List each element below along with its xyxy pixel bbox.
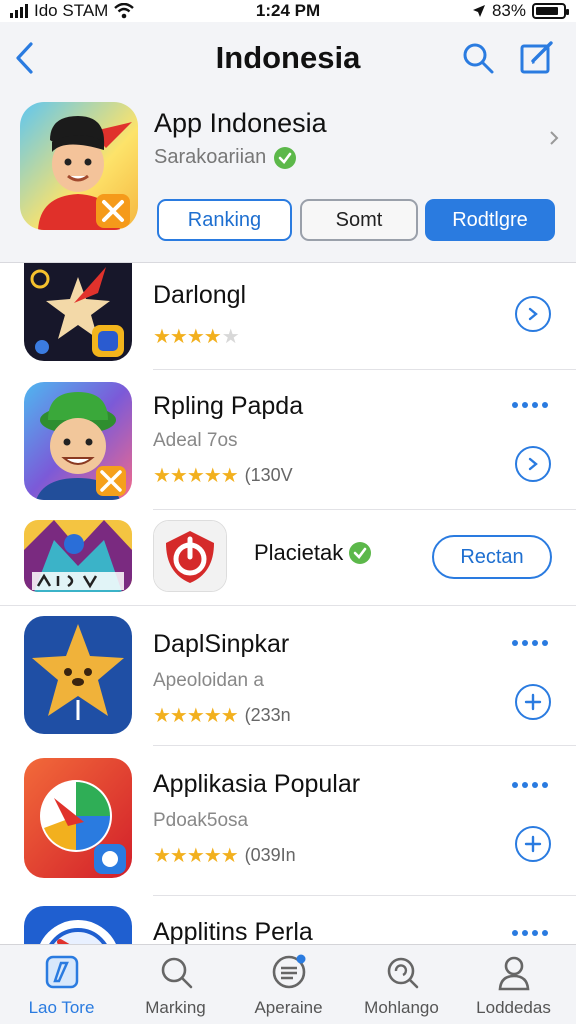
more-icon[interactable] [512,782,548,788]
app-title[interactable]: DaplSinpkar [153,630,289,659]
app-list[interactable]: Darlongl ★★★★ ★ Rpling Papda Adeal 7os ★★… [0,262,576,944]
list-item[interactable]: Applikasia Popular Pdoak5osa ★★★★★ (039In [0,746,576,896]
search-icon[interactable] [460,40,496,76]
today-icon [43,953,81,991]
rating-stars: ★★★★★ (039In [153,845,296,867]
rating-count: (130V [244,465,293,485]
app-subtitle: Apeoloidan a [153,670,264,691]
chevron-right-icon[interactable] [548,128,560,148]
featured-app-icon[interactable] [20,102,138,230]
verified-icon [349,542,372,564]
app-secondary-icon[interactable] [153,520,227,592]
app-icon[interactable] [24,906,132,944]
featured-app-title[interactable]: App Indonesia [154,108,327,139]
status-right: 83% [472,1,569,21]
app-title[interactable]: Rpling Papda [153,392,303,421]
app-icon[interactable] [24,263,132,361]
rating-stars: ★★★★★ (130V [153,465,293,487]
battery-fill [536,7,558,15]
arrow-right-icon [528,457,538,471]
list-item[interactable]: Rpling Papda Adeal 7os ★★★★★ (130V [0,370,576,510]
app-icon[interactable] [24,520,132,592]
featured-subtitle-text: Sarakoariian [154,146,267,168]
more-icon[interactable] [512,930,548,936]
add-button[interactable] [515,684,551,720]
app-title[interactable]: Applikasia Popular [153,770,360,799]
tab-label: Lao Tore [28,998,95,1017]
tab-bar: Lao Tore Marking Aperaine Mohlango Lodde… [0,944,576,1024]
battery-icon [532,3,569,19]
app-subtitle: Adeal 7os [153,430,238,451]
open-arrow-button[interactable] [515,446,551,482]
segment-rodtlgre[interactable]: Rodtlgre [425,199,555,241]
tab-label: Loddedas [476,998,551,1017]
tab-aperaine[interactable]: Aperaine [231,945,346,1024]
rating-count: (039In [244,845,296,865]
more-icon[interactable] [512,402,548,408]
header: Indonesia App Indonesia Sarakoariian Ran… [0,22,576,262]
segment-somt[interactable]: Somt [300,199,418,241]
rating-stars: ★★★★★ (233n [153,705,291,727]
refresh-search-icon [383,953,421,991]
compose-icon[interactable] [518,38,556,76]
list-item[interactable]: Darlongl ★★★★ ★ [0,263,576,370]
featured-app-subtitle: Sarakoariian [154,146,297,169]
tab-mohlango[interactable]: Mohlango [344,945,459,1024]
profile-icon [495,953,533,991]
status-bar: Ido STAM 1:24 PM 83% [0,0,576,22]
tab-marking[interactable]: Marking [118,945,233,1024]
action-button[interactable]: Rectan [432,535,552,579]
search-icon [157,953,195,991]
verified-icon [274,146,297,169]
open-arrow-button[interactable] [515,296,551,332]
rating-stars: ★★★★ ★ [153,326,240,348]
app-title[interactable]: Applitins Perla [153,918,313,944]
tab-today[interactable]: Lao Tore [4,945,119,1024]
app-subtitle: Pdoak5osa [153,810,249,831]
tab-label: Marking [145,998,206,1017]
list-item[interactable]: Placietak Rectan [0,510,576,606]
tab-loddedas[interactable]: Loddedas [456,945,571,1024]
list-item[interactable]: DaplSinpkar Apeoloidan a ★★★★★ (233n [0,606,576,746]
tab-label: Aperaine [254,998,323,1017]
add-button[interactable] [515,826,551,862]
app-icon[interactable] [24,382,132,500]
app-icon[interactable] [24,758,132,878]
arrow-right-icon [528,307,538,321]
app-title-group: Placietak [254,540,372,566]
list-item[interactable]: Applitins Perla [0,896,576,944]
plus-icon [524,693,542,711]
segment-ranking[interactable]: Ranking [157,199,292,241]
app-icon[interactable] [24,616,132,734]
rating-count: (233n [244,705,291,725]
more-icon[interactable] [512,640,548,646]
app-title[interactable]: Darlongl [153,281,246,310]
location-icon [472,5,485,17]
app-title[interactable]: Placietak [254,540,343,566]
tab-label: Mohlango [364,998,439,1017]
apps-icon [270,953,308,991]
battery-percent: 83% [491,1,526,20]
plus-icon [524,835,542,853]
